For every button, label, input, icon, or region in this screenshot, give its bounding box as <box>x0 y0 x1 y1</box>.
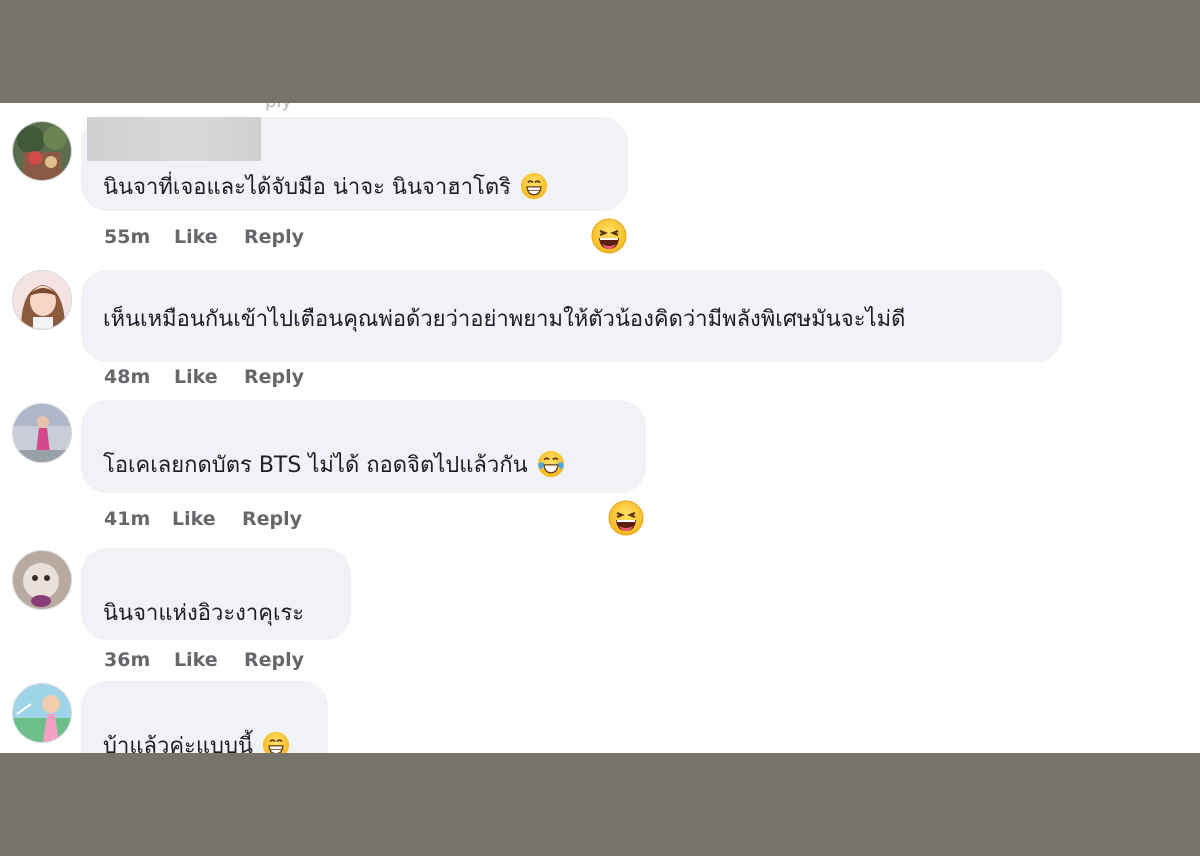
like-button[interactable]: Like <box>172 508 242 530</box>
comment-text: บ้าแล้วค่ะแบบนี้ <box>103 728 290 753</box>
timestamp[interactable]: 55m <box>104 226 174 248</box>
like-button[interactable]: Like <box>174 649 244 671</box>
comment-meta: 55m Like Reply <box>104 226 304 248</box>
comment-meta: 36m Like Reply <box>104 649 304 671</box>
timestamp[interactable]: 41m <box>104 508 172 530</box>
reply-button[interactable]: Reply <box>244 649 304 671</box>
comment-bubble: โอเคเลยกดบัตร BTS ไม่ได้ ถอดจิตไปแล้วกัน <box>81 400 646 493</box>
comments-panel: ply นินจาที่เจอและได้จับมือ น่าจะ นินจาฮ… <box>0 103 1200 753</box>
reply-button[interactable]: Reply <box>244 226 304 248</box>
comment-bubble: บ้าแล้วค่ะแบบนี้ <box>81 681 328 753</box>
comment-text: เห็นเหมือนกันเข้าไปเตือนคุณพ่อด้วยว่าอย่… <box>103 307 906 332</box>
comment-text: นินจาแห่งอิวะงาคุเระ <box>103 601 305 626</box>
grinning-face-icon <box>262 731 290 753</box>
comment-meta: 48m Like Reply <box>104 366 304 388</box>
grinning-face-icon <box>520 172 548 200</box>
laughing-face-icon[interactable] <box>608 500 644 536</box>
timestamp[interactable]: 36m <box>104 649 174 671</box>
comment-bubble: นินจาแห่งอิวะงาคุเระ <box>81 548 351 640</box>
laughing-face-icon[interactable] <box>591 218 627 254</box>
avatar[interactable] <box>12 550 72 610</box>
avatar[interactable] <box>12 270 72 330</box>
comment-text: โอเคเลยกดบัตร BTS ไม่ได้ ถอดจิตไปแล้วกัน <box>103 447 565 482</box>
tears-of-joy-icon <box>537 450 564 478</box>
cutoff-reply-link[interactable]: ply <box>265 103 292 112</box>
timestamp[interactable]: 48m <box>104 366 174 388</box>
reply-button[interactable]: Reply <box>244 366 304 388</box>
comment-bubble: นินจาที่เจอและได้จับมือ น่าจะ นินจาฮาโตร… <box>81 117 628 211</box>
avatar[interactable] <box>12 121 72 181</box>
like-button[interactable]: Like <box>174 226 244 248</box>
like-button[interactable]: Like <box>174 366 244 388</box>
avatar[interactable] <box>12 683 72 743</box>
comment-meta: 41m Like Reply <box>104 508 302 530</box>
reply-button[interactable]: Reply <box>242 508 302 530</box>
redacted-author-name <box>87 117 261 161</box>
avatar[interactable] <box>12 403 72 463</box>
comment-bubble: เห็นเหมือนกันเข้าไปเตือนคุณพ่อด้วยว่าอย่… <box>81 270 1062 362</box>
comment-text: นินจาที่เจอและได้จับมือ น่าจะ นินจาฮาโตร… <box>103 169 548 204</box>
